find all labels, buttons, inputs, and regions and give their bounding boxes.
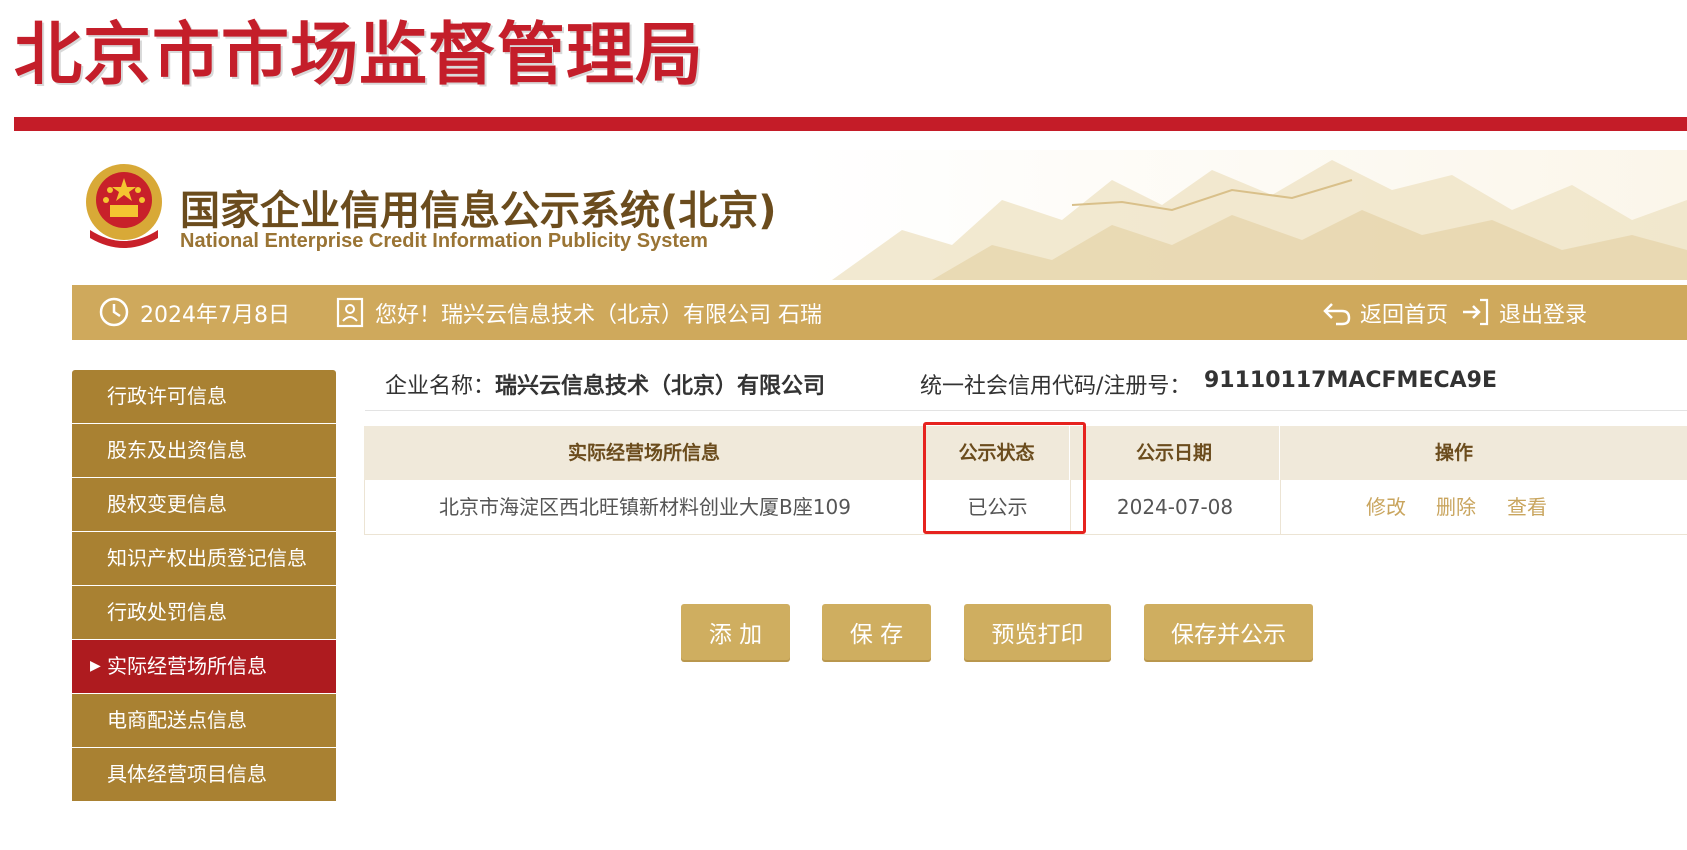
system-subtitle: National Enterprise Credit Information P…: [180, 230, 708, 252]
col-header-status: 公示状态: [958, 442, 1035, 464]
col-divider: [1280, 480, 1281, 534]
sidebar-item-label: 具体经营项目信息: [107, 762, 267, 786]
table-header: 实际经营场所信息 公示状态 公示日期 操作: [364, 426, 1687, 480]
publicity-date: 2024-07-08: [1116, 495, 1234, 519]
table-row: 北京市海淀区西北旺镇新材料创业大厦B座109 已公示 2024-07-08 修改…: [364, 480, 1687, 535]
sidebar-item-shareholders[interactable]: 股东及出资信息: [72, 424, 336, 477]
sidebar-item-admin-license[interactable]: 行政许可信息: [72, 370, 336, 423]
sidebar-item-label: 行政处罚信息: [107, 600, 227, 624]
premises-table: 实际经营场所信息 公示状态 公示日期 操作 北京市海淀区西北旺镇新材料创业大厦B…: [364, 426, 1687, 535]
sidebar-item-label: 股权变更信息: [107, 492, 227, 516]
current-date: 2024年7月8日: [140, 303, 290, 328]
view-link[interactable]: 查看: [1507, 480, 1547, 534]
preview-print-button[interactable]: 预览打印: [964, 604, 1111, 660]
clock-icon: [99, 297, 129, 327]
system-title: 国家企业信用信息公示系统(北京): [180, 188, 777, 234]
publicity-status: 已公示: [967, 495, 1028, 519]
sidebar-item-label: 行政许可信息: [107, 384, 227, 408]
sidebar-item-label: 实际经营场所信息: [107, 654, 267, 678]
return-icon[interactable]: [1322, 296, 1352, 328]
save-and-publish-button[interactable]: 保存并公示: [1144, 604, 1313, 660]
company-info: 企业名称： 瑞兴云信息技术（北京）有限公司 统一社会信用代码/注册号： 9111…: [385, 368, 1687, 408]
org-title: 北京市市场监督管理局: [14, 16, 705, 95]
user-badge-icon: [336, 297, 364, 328]
save-button[interactable]: 保 存: [822, 604, 931, 660]
premises-address: 北京市海淀区西北旺镇新材料创业大厦B座109: [439, 495, 851, 519]
sidebar-item-ecommerce-delivery[interactable]: 电商配送点信息: [72, 694, 336, 747]
sidebar-item-equity-change[interactable]: 股权变更信息: [72, 478, 336, 531]
sidebar-item-label: 股东及出资信息: [107, 438, 247, 462]
sidebar-item-label: 知识产权出质登记信息: [107, 546, 307, 570]
credit-code-value: 91110117MACFMECA9E: [1204, 368, 1497, 393]
sidebar-item-admin-penalty[interactable]: 行政处罚信息: [72, 586, 336, 639]
credit-code-label: 统一社会信用代码/注册号：: [920, 374, 1192, 399]
section-divider: [365, 410, 1687, 411]
col-header-date: 公示日期: [1135, 442, 1212, 464]
national-emblem-icon: [86, 164, 162, 248]
add-button[interactable]: 添 加: [681, 604, 790, 660]
logout-link[interactable]: 退出登录: [1499, 297, 1587, 329]
col-header-actions: 操作: [1434, 442, 1473, 464]
sidebar-item-business-premises[interactable]: ▶ 实际经营场所信息: [72, 640, 336, 693]
info-bar: 2024年7月8日 您好！瑞兴云信息技术（北京）有限公司 石瑞 返回首页 退出登…: [72, 285, 1687, 340]
logout-icon[interactable]: [1460, 296, 1490, 328]
system-banner: 国家企业信用信息公示系统(北京) National Enterprise Cre…: [72, 150, 1687, 280]
header-divider: [14, 117, 1687, 131]
sidebar-item-label: 电商配送点信息: [107, 708, 247, 732]
delete-link[interactable]: 删除: [1436, 480, 1476, 534]
user-greeting: 您好！瑞兴云信息技术（北京）有限公司 石瑞: [375, 303, 822, 328]
caret-right-icon: ▶: [90, 658, 101, 674]
sidebar-item-business-items[interactable]: 具体经营项目信息: [72, 748, 336, 801]
company-name-label: 企业名称：: [385, 374, 496, 399]
edit-link[interactable]: 修改: [1366, 480, 1406, 534]
company-name-value: 瑞兴云信息技术（北京）有限公司: [495, 374, 826, 399]
col-header-premises: 实际经营场所信息: [567, 442, 720, 464]
sidebar-nav: 行政许可信息 股东及出资信息 股权变更信息 知识产权出质登记信息 行政处罚信息 …: [72, 370, 336, 802]
home-link[interactable]: 返回首页: [1360, 297, 1448, 329]
sidebar-item-ip-pledge[interactable]: 知识产权出质登记信息: [72, 532, 336, 585]
